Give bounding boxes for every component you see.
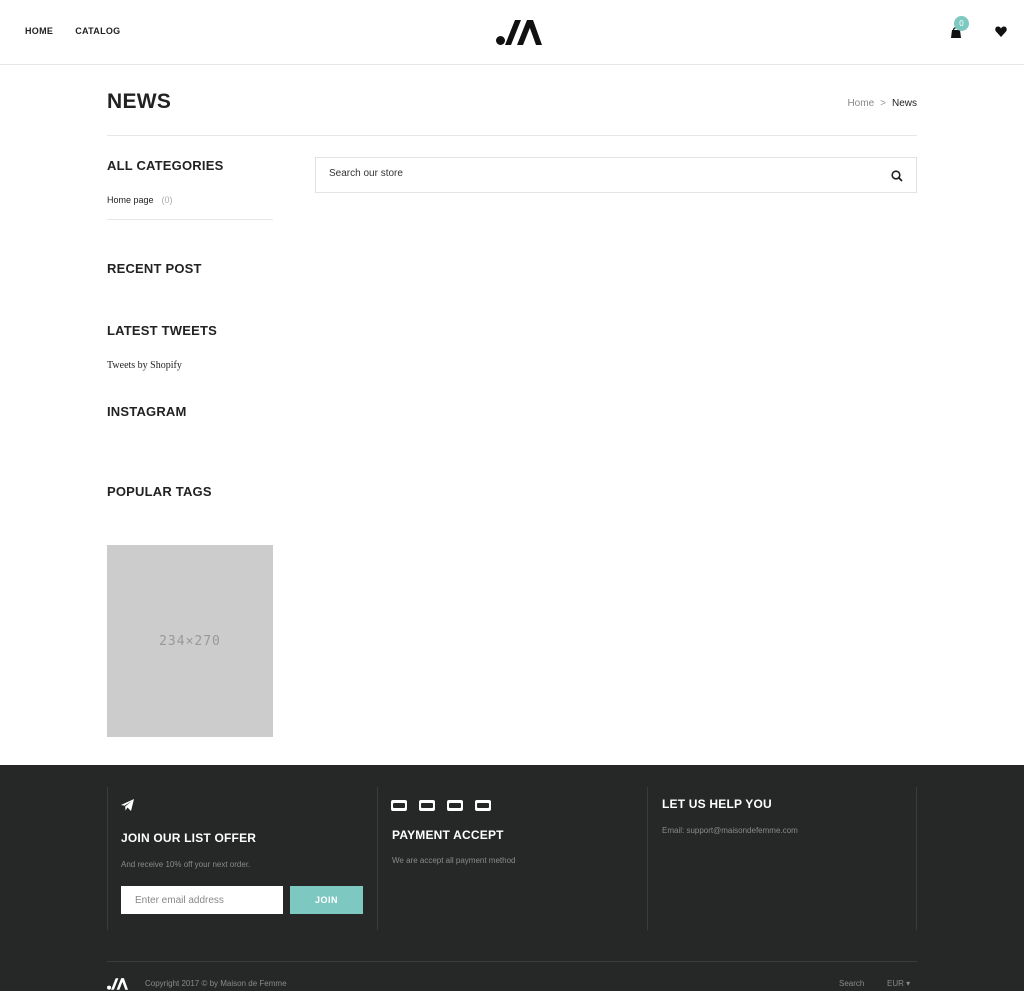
email-field[interactable]	[121, 886, 283, 914]
sidebar-banner-image[interactable]: 234×270	[107, 545, 273, 737]
main-nav: HOME CATALOG	[25, 26, 120, 36]
category-count: (0)	[161, 195, 173, 205]
recent-post-heading: RECENT POST	[107, 261, 202, 276]
page-title: NEWS	[107, 90, 172, 113]
heart-icon[interactable]	[995, 26, 1007, 37]
latest-tweets-heading: LATEST TWEETS	[107, 323, 217, 338]
breadcrumb: Home > News	[847, 98, 917, 109]
categories-heading: ALL CATEGORIES	[107, 158, 224, 173]
currency-selector[interactable]: EUR ▾	[887, 979, 910, 988]
instagram-heading: INSTAGRAM	[107, 404, 187, 419]
breadcrumb-current: News	[891, 98, 917, 109]
search-input[interactable]	[329, 168, 869, 179]
popular-tags-heading: POPULAR TAGS	[107, 484, 212, 499]
divider	[916, 787, 917, 930]
newsletter-text: And receive 10% off your next order.	[121, 860, 251, 869]
payment-text: We are accept all payment method	[392, 856, 516, 865]
help-heading: LET US HELP YOU	[662, 797, 772, 811]
visa-icon	[391, 800, 407, 811]
site-header: HOME CATALOG 0	[0, 0, 1024, 65]
nav-catalog-link[interactable]: CATALOG	[75, 26, 120, 36]
search-icon[interactable]	[890, 169, 904, 183]
chevron-right-icon: >	[880, 98, 886, 109]
tweets-by-shopify-link[interactable]: Tweets by Shopify	[107, 360, 182, 371]
banner-placeholder-label: 234×270	[159, 633, 221, 649]
newsletter-heading: JOIN OUR LIST OFFER	[121, 831, 257, 845]
divider	[377, 787, 378, 930]
discover-icon	[475, 800, 491, 811]
payment-icons	[391, 800, 491, 811]
payment-heading: PAYMENT ACCEPT	[392, 828, 504, 842]
paypal-icon	[447, 800, 463, 811]
paper-plane-icon	[121, 799, 134, 811]
divider	[647, 787, 648, 930]
site-footer	[0, 765, 1024, 991]
divider	[107, 961, 917, 962]
nav-home-link[interactable]: HOME	[25, 26, 53, 36]
breadcrumb-home-link[interactable]: Home	[847, 98, 874, 109]
support-email-link[interactable]: Email: support@maisondefemme.com	[662, 826, 798, 835]
divider	[107, 787, 108, 930]
copyright-text: Copyright 2017 © by Maison de Femme	[145, 979, 287, 988]
category-label[interactable]: Home page	[107, 195, 154, 205]
mastercard-icon	[419, 800, 435, 811]
divider	[107, 219, 273, 220]
blog-search-form	[315, 157, 917, 193]
footer-logo[interactable]	[107, 978, 128, 990]
category-item[interactable]: Home page (0)	[107, 195, 173, 205]
divider	[107, 135, 917, 136]
footer-search-link[interactable]: Search	[839, 979, 864, 988]
brand-logo[interactable]	[496, 20, 542, 45]
cart-count-badge[interactable]: 0	[954, 16, 969, 31]
join-button[interactable]: JOIN	[290, 886, 363, 914]
